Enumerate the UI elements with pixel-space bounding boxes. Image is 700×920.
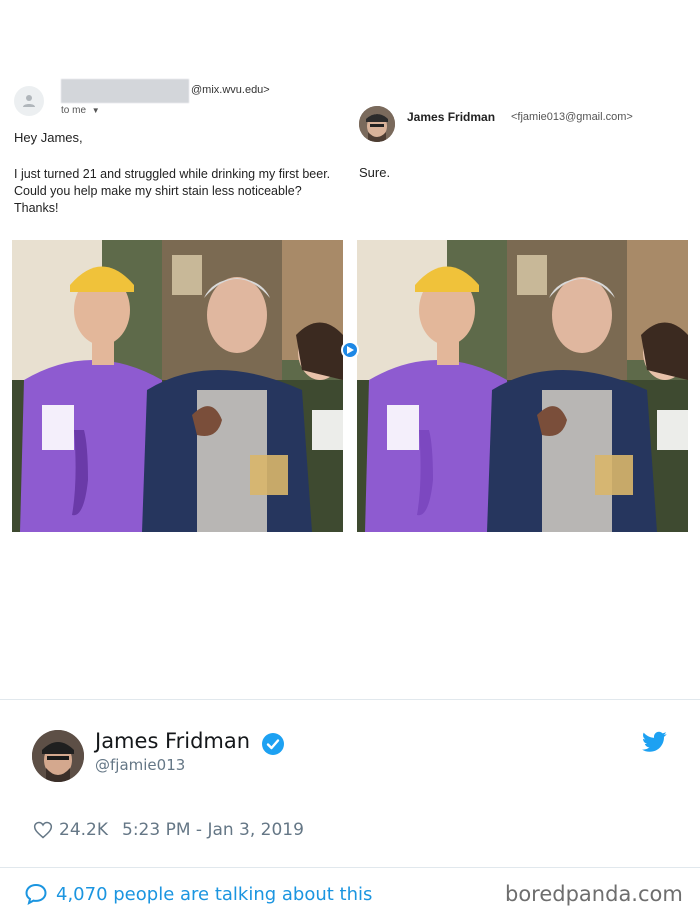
sender-avatar — [14, 86, 44, 116]
boredpanda-watermark: boredpanda.com — [505, 882, 683, 906]
person-icon — [23, 95, 35, 107]
tweet-author-name[interactable]: James Fridman — [95, 729, 250, 753]
twitter-bird-icon[interactable] — [642, 731, 667, 753]
sender-domain: @mix.wvu.edu> — [191, 84, 270, 96]
verified-badge-icon — [262, 733, 284, 755]
tweet-divider — [0, 867, 700, 868]
speech-bubble-icon — [25, 883, 47, 905]
sender-name-redacted — [61, 79, 189, 103]
email-body: I just turned 21 and struggled while dri… — [14, 167, 331, 215]
email-greeting: Hey James, — [14, 130, 83, 145]
tweet-timestamp[interactable]: 5:23 PM - Jan 3, 2019 — [122, 820, 304, 840]
reply-avatar — [359, 106, 395, 142]
recipient-label: to me — [61, 105, 87, 116]
play-indicator-icon — [341, 341, 359, 359]
original-photo — [12, 240, 343, 532]
like-count[interactable]: 24.2K — [59, 820, 108, 840]
heart-icon[interactable] — [33, 820, 53, 840]
conversation-link[interactable]: 4,070 people are talking about this — [24, 882, 372, 906]
tweet-meta: 24.2K 5:23 PM - Jan 3, 2019 — [33, 820, 304, 840]
conversation-label: 4,070 people are talking about this — [56, 883, 373, 905]
reply-sender-email: <fjamie013@gmail.com> — [511, 111, 633, 123]
recipient-dropdown[interactable]: to me ▼ — [61, 105, 100, 116]
reply-sender-name: James Fridman — [407, 110, 496, 124]
reply-body: Sure. — [359, 165, 391, 180]
tweet-avatar[interactable] — [32, 730, 84, 782]
tweet-author-handle[interactable]: @fjamie013 — [95, 756, 185, 774]
edited-photo — [357, 240, 688, 532]
chevron-down-icon: ▼ — [91, 106, 100, 115]
